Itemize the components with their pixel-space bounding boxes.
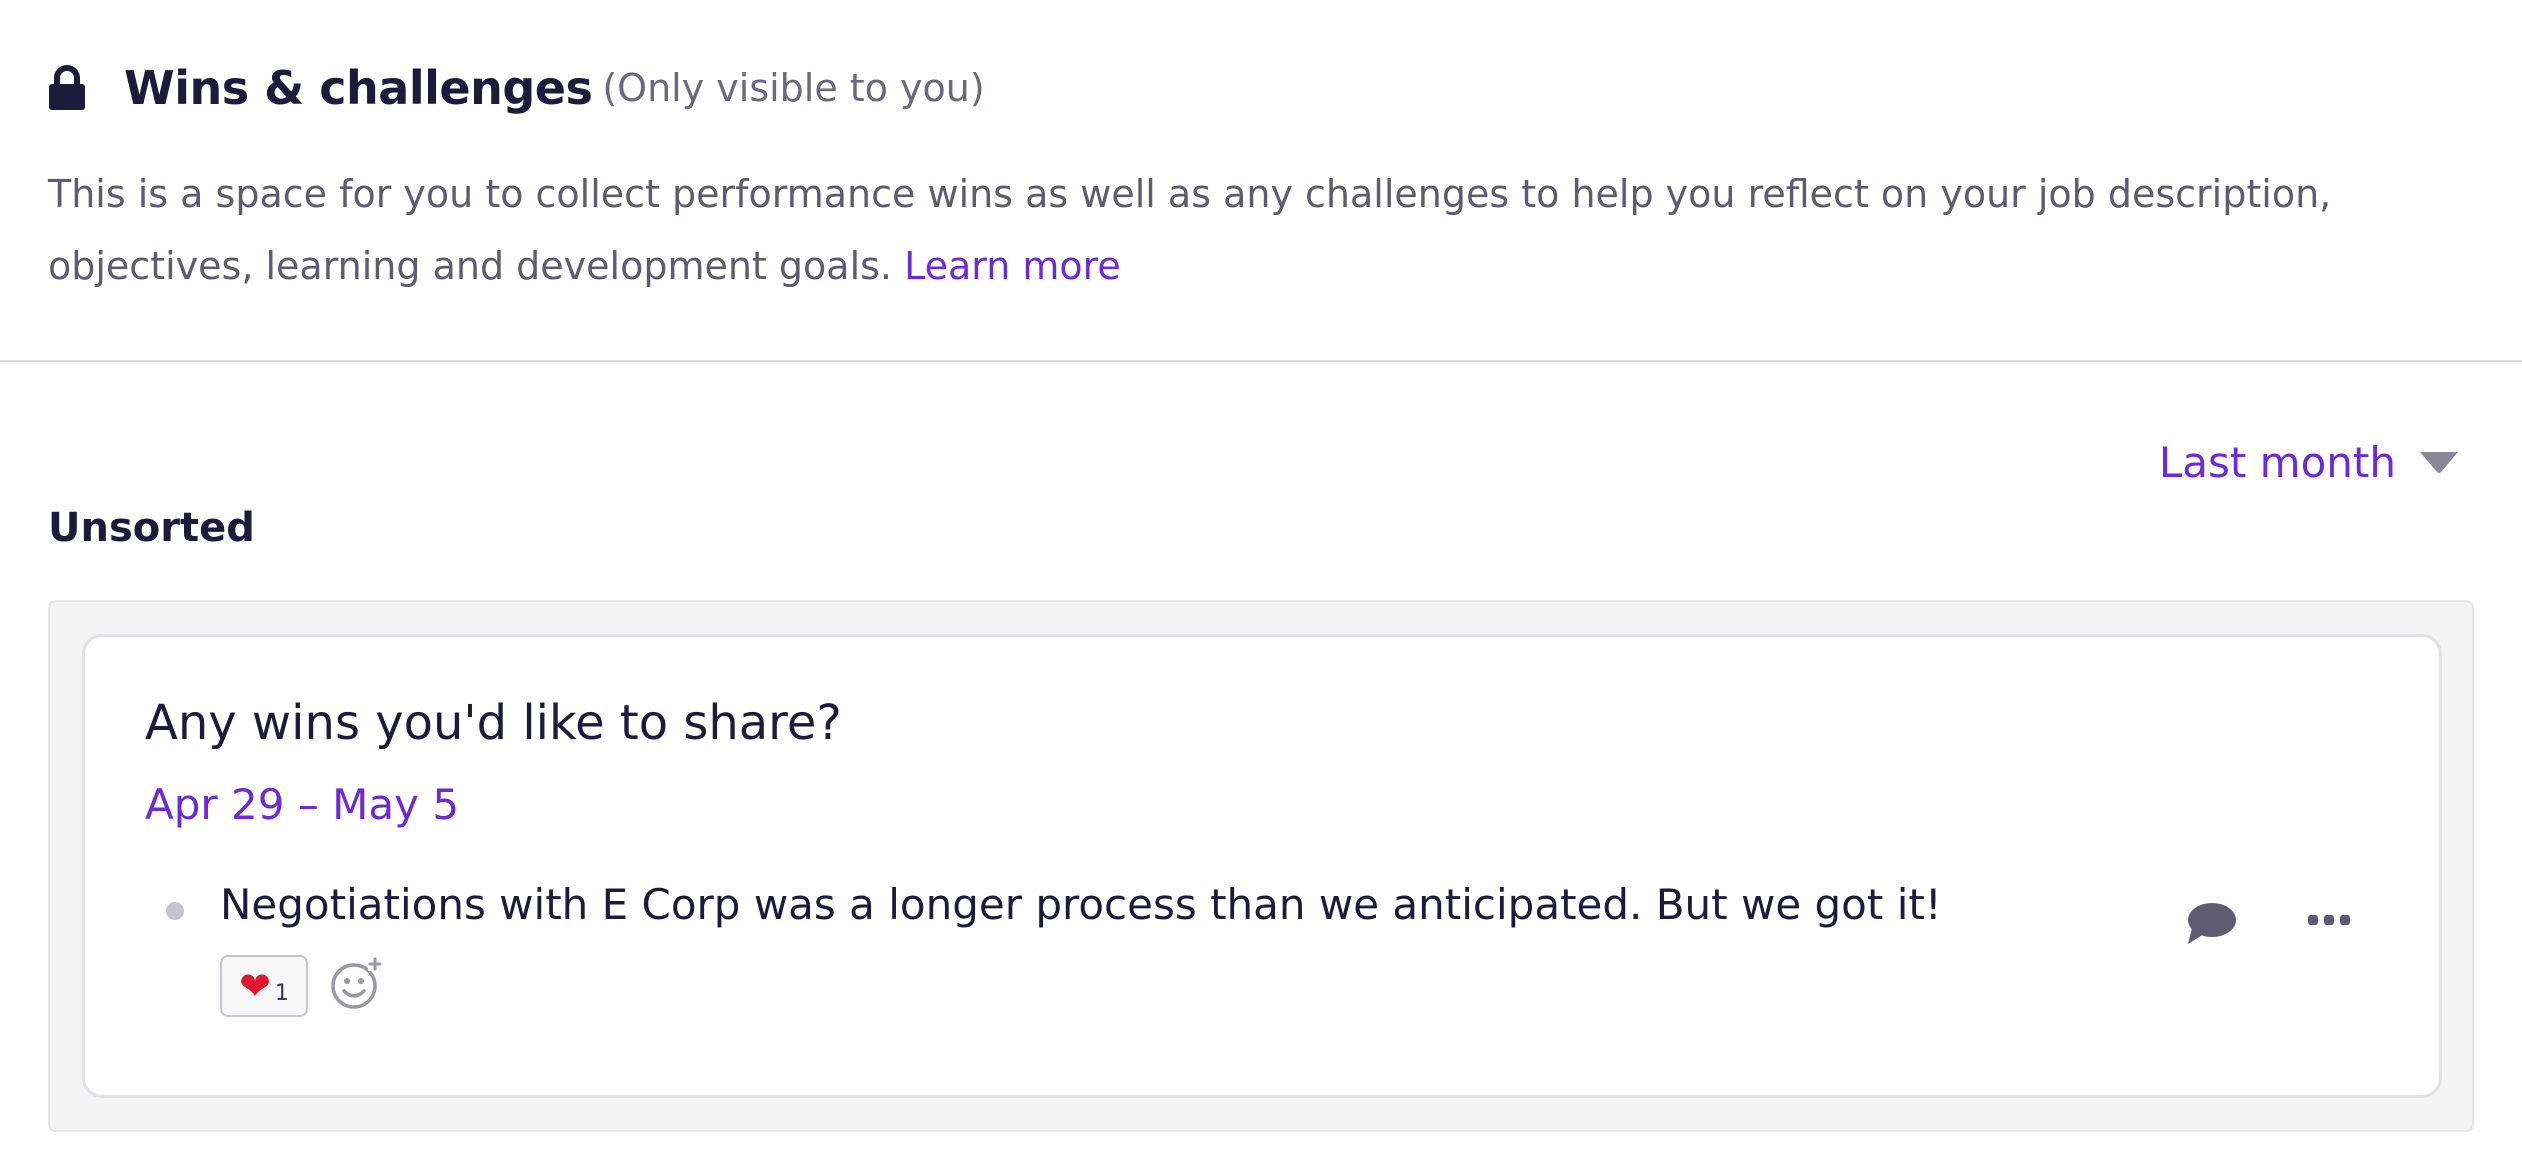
comment-icon[interactable] [2182, 898, 2238, 950]
date-filter-label: Last month [2158, 437, 2396, 487]
card-prompt: Any wins you'd like to share? [145, 695, 842, 751]
section-description: This is a space for you to collect perfo… [48, 158, 2488, 302]
add-reaction-icon[interactable] [328, 956, 384, 1012]
heart-icon: ❤ [239, 964, 271, 1008]
date-filter-dropdown[interactable]: Last month [2159, 432, 2460, 492]
description-text: This is a space for you to collect perfo… [48, 172, 2332, 288]
divider [0, 360, 2522, 362]
wins-challenges-page: Wins & challenges (Only visible to you) … [0, 0, 2522, 1156]
group-title-unsorted: Unsorted [48, 505, 255, 551]
reaction-count: 1 [274, 980, 289, 1006]
visibility-note: (Only visible to you) [602, 66, 985, 110]
card-date-range: Apr 29 – May 5 [145, 780, 460, 829]
lock-icon [49, 65, 85, 110]
more-options-icon[interactable] [2306, 908, 2352, 932]
list-item-bullet [166, 902, 184, 920]
caret-down-icon [2420, 452, 2458, 473]
page-title: Wins & challenges [124, 61, 593, 115]
heart-reaction-button[interactable]: ❤ 1 [220, 955, 308, 1017]
learn-more-link[interactable]: Learn more [904, 244, 1121, 288]
section-header: Wins & challenges (Only visible to you) [48, 58, 985, 118]
list-item-text: Negotiations with E Corp was a longer pr… [220, 880, 1942, 929]
